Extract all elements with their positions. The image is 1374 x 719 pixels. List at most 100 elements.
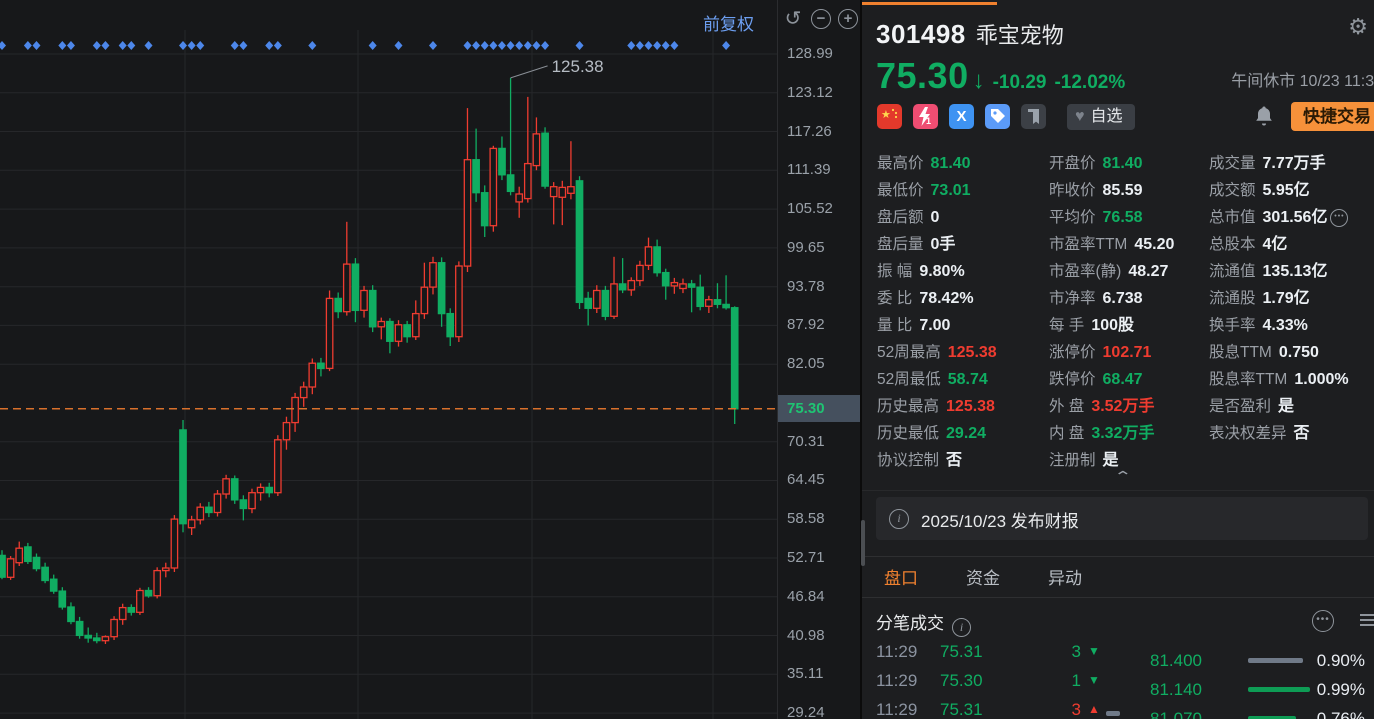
tape-row[interactable]: 11:2975.313▼: [876, 637, 917, 666]
stat-value: 102.71: [1103, 344, 1152, 361]
stat-label: 是否盈利: [1209, 398, 1271, 415]
y-axis-tick: 52.71: [787, 549, 825, 566]
trade-price: 75.31: [940, 695, 983, 719]
level1-quote-icon[interactable]: 1: [913, 104, 938, 129]
down-arrow-icon: ↓: [973, 67, 985, 94]
stat-row: 市盈率(静) 48.27: [1049, 258, 1174, 285]
stat-row: 成交额5.95亿: [1209, 177, 1349, 204]
stat-row: 总股本 4亿: [1209, 231, 1349, 258]
stat-value: 29.24: [946, 425, 986, 442]
stat-label: 流通股: [1209, 290, 1256, 307]
stat-value: 否: [946, 452, 962, 469]
stat-value: 58.74: [948, 371, 988, 388]
stat-label: 最低价: [877, 182, 924, 199]
pv-price: 81.070: [1120, 704, 1202, 719]
stat-value: 是: [1103, 452, 1119, 469]
more-info-icon[interactable]: •••: [1330, 209, 1348, 227]
stat-row: 平均价76.58: [1049, 204, 1174, 231]
stat-label: 协议控制: [877, 452, 939, 469]
panel-scrollbar[interactable]: [861, 520, 865, 566]
stat-label: 52周最低: [877, 371, 941, 388]
y-axis-tick: 35.11: [787, 665, 823, 682]
stat-label: 52周最高: [877, 344, 941, 361]
stat-label: 盘后量: [877, 236, 924, 253]
tab-盘口[interactable]: 盘口: [884, 564, 918, 594]
y-axis-tick: 128.99: [787, 45, 833, 62]
y-axis-tick: 93.78: [787, 278, 825, 295]
stat-row: 表决权差异否: [1209, 420, 1349, 447]
stat-label: 昨收价: [1049, 182, 1096, 199]
alert-bell-icon[interactable]: [1254, 105, 1274, 132]
stat-row: 52周最高125.38: [877, 339, 997, 366]
stat-label: 跌停价: [1049, 371, 1096, 388]
stat-label: 最高价: [877, 155, 924, 172]
info-icon[interactable]: i: [952, 618, 971, 637]
trading-app-window: 125.38 前复权 ↺ − + 75.30 128.99123.12117.2…: [0, 0, 1374, 719]
stat-value: 100股: [1091, 317, 1134, 334]
candlestick-chart-pane: 125.38 前复权 ↺ − + 75.30 128.99123.12117.2…: [0, 0, 860, 719]
y-axis-tick: 58.58: [787, 510, 825, 527]
stat-value: 6.738: [1103, 290, 1143, 307]
divider: [862, 556, 1374, 557]
stat-row: 盘后额0: [877, 204, 997, 231]
y-axis-tick: 123.12: [787, 84, 833, 101]
stat-value: 3.32万手: [1091, 425, 1154, 442]
stat-label: 每 手: [1049, 317, 1084, 334]
stat-row: 股息TTM0.750: [1209, 339, 1349, 366]
stat-row: 外 盘3.52万手: [1049, 393, 1174, 420]
y-axis-tick: 40.98: [787, 627, 825, 644]
quick-trade-button[interactable]: 快捷交易: [1291, 102, 1374, 131]
stat-value: 7.00: [919, 317, 950, 334]
tag-icon[interactable]: [985, 104, 1010, 129]
trade-time: 11:29: [876, 642, 917, 661]
cn-market-flag-icon: ★: [877, 104, 902, 129]
stat-row: 注册制是: [1049, 447, 1174, 474]
stat-row: 总市值301.56亿•••: [1209, 204, 1349, 231]
note-icon[interactable]: [1021, 104, 1046, 129]
stat-value: 68.47: [1103, 371, 1143, 388]
stat-value: 301.56亿: [1263, 209, 1328, 226]
stats-column-2: 开盘价81.40昨收价85.59平均价76.58市盈率TTM45.20市盈率(静…: [1049, 150, 1174, 474]
stat-row: 振 幅 9.80%: [877, 258, 997, 285]
stat-row: 开盘价81.40: [1049, 150, 1174, 177]
margin-trading-icon[interactable]: X: [949, 104, 974, 129]
price-axis[interactable]: 75.30 128.99123.12117.26111.39105.5299.6…: [777, 0, 861, 719]
stat-row: 换手率4.33%: [1209, 312, 1349, 339]
stat-label: 市盈率(静): [1049, 263, 1121, 280]
stat-label: 振 幅: [877, 263, 912, 280]
pv-percent: 0.99%: [1295, 675, 1365, 704]
stat-value: 7.77万手: [1263, 155, 1326, 172]
y-axis-tick: 117.26: [787, 123, 832, 140]
stat-label: 总股本: [1209, 236, 1256, 253]
stat-value: 9.80%: [919, 263, 964, 280]
current-price-axis-label: 75.30: [778, 395, 861, 422]
session-status: 午间休市 10/23 11:30: [1231, 67, 1374, 91]
stat-value: 78.42%: [919, 290, 973, 307]
stat-row: 历史最低29.24: [877, 420, 997, 447]
tab-资金[interactable]: 资金: [966, 564, 1000, 594]
add-watchlist-button[interactable]: ♥自选: [1067, 104, 1135, 130]
stat-value: 4亿: [1263, 236, 1288, 253]
list-view-icon[interactable]: [1360, 611, 1374, 629]
badge-row: ★ 1 X ♥自选 快捷交易: [877, 104, 1374, 132]
stock-code: 301498: [876, 19, 966, 49]
trade-volume: 3: [1006, 695, 1081, 719]
weekly-candlestick-chart[interactable]: 125.38: [0, 0, 777, 719]
divider: [862, 490, 1374, 491]
tape-row[interactable]: 11:2975.313▲: [876, 695, 917, 719]
tape-row[interactable]: 11:2975.301▼: [876, 666, 917, 695]
stat-value: 0手: [931, 236, 956, 253]
tab-异动[interactable]: 异动: [1048, 564, 1082, 594]
stat-label: 委 比: [877, 290, 912, 307]
stat-label: 外 盘: [1049, 398, 1084, 415]
stat-row: 最高价81.40: [877, 150, 997, 177]
news-banner[interactable]: i 2025/10/23 发布财报: [876, 497, 1368, 540]
adjust-mode-selector[interactable]: 前复权: [703, 10, 754, 35]
stat-value: 48.27: [1128, 263, 1168, 280]
trade-direction-icon: ▼: [1088, 666, 1100, 695]
more-options-icon[interactable]: •••: [1312, 610, 1334, 632]
collapse-stats-chevron-icon[interactable]: ⌃: [1113, 468, 1132, 485]
stat-label: 流通值: [1209, 263, 1256, 280]
stat-label: 市净率: [1049, 290, 1096, 307]
stat-row: 市净率 6.738: [1049, 285, 1174, 312]
